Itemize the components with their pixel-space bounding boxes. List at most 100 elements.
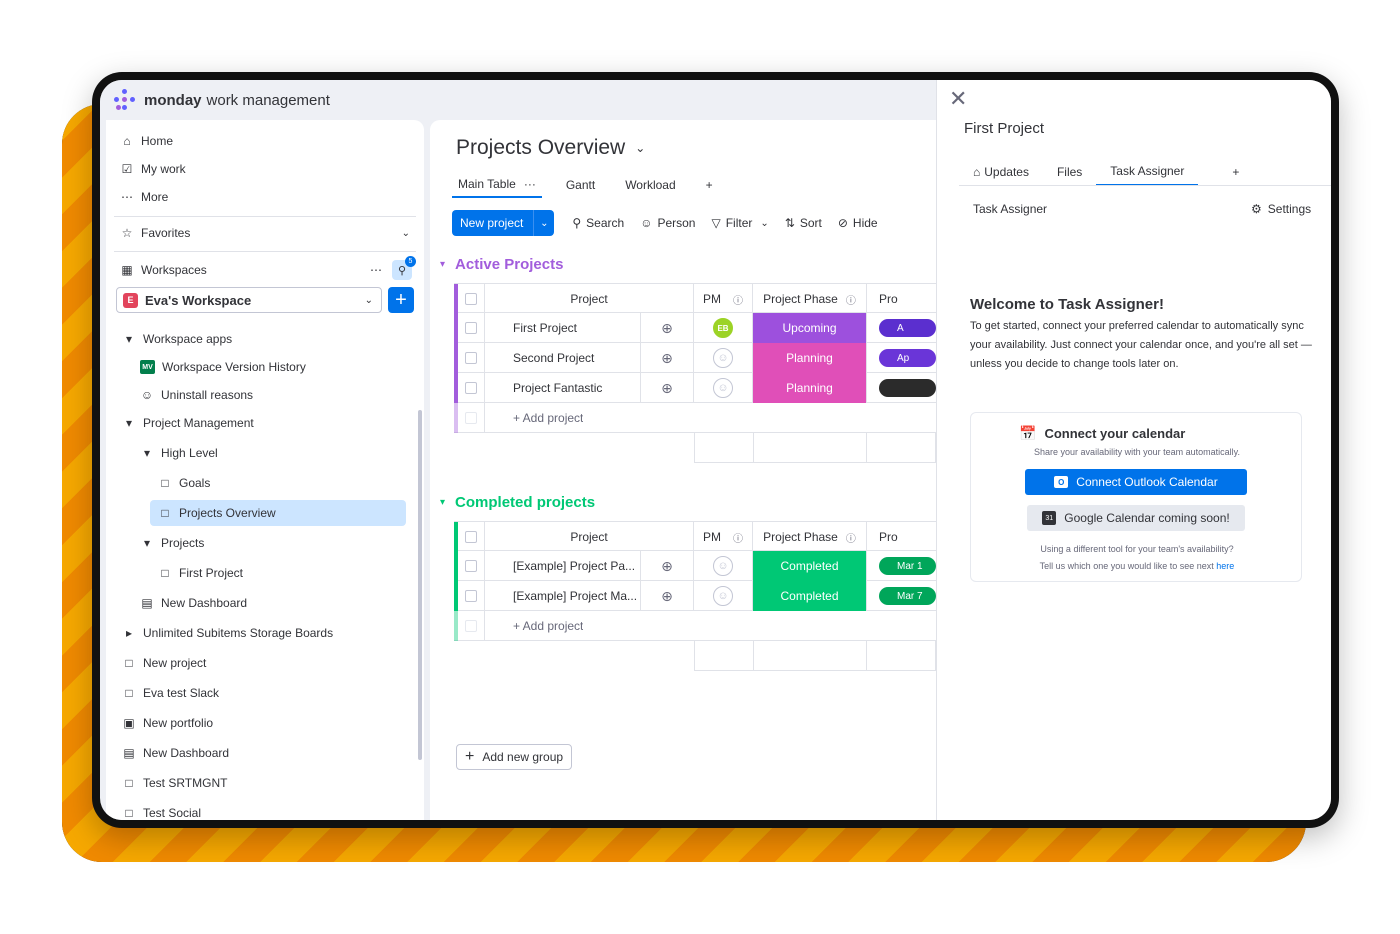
table-row[interactable]: Second Project ⊕ ☺ Planning Ap	[454, 343, 936, 373]
select-all-checkbox[interactable]	[465, 531, 477, 543]
row-checkbox[interactable]	[465, 322, 477, 334]
add-project-input[interactable]: + Add project	[485, 611, 583, 641]
row-checkbox[interactable]	[465, 560, 477, 572]
column-header-phase[interactable]: Project Phase ⓘ	[753, 284, 867, 314]
sidebar-tree-item[interactable]: ▾ Project Management	[122, 409, 254, 437]
sidebar-item-more[interactable]: ⋯ More	[120, 183, 168, 211]
sidebar-tree-item[interactable]: MV Workspace Version History	[140, 353, 306, 381]
status-label[interactable]: Planning	[753, 343, 866, 373]
sidebar-tree-item[interactable]: □ Test Social	[122, 799, 201, 820]
column-header-pro[interactable]: Pro	[867, 284, 936, 314]
info-icon[interactable]: ⓘ	[733, 292, 743, 307]
add-workspace-item-button[interactable]: +	[388, 287, 414, 313]
row-checkbox[interactable]	[465, 382, 477, 394]
info-icon[interactable]: ⓘ	[846, 292, 856, 307]
timeline-pill[interactable]: A	[879, 319, 936, 337]
tab-main-table[interactable]: Main Table ···	[452, 172, 542, 198]
sidebar-item-my-work[interactable]: ☑ My work	[120, 155, 186, 183]
tab-gantt[interactable]: Gantt	[560, 172, 601, 198]
chevron-down-icon[interactable]: ▾	[440, 497, 445, 508]
table-row[interactable]: First Project ⊕ EB Upcoming A	[454, 313, 936, 343]
sidebar-tree-item[interactable]: ▣ New portfolio	[122, 709, 213, 737]
sidebar-tree-item[interactable]: ▸ Unlimited Subitems Storage Boards	[122, 619, 333, 647]
chevron-down-icon[interactable]: ⌄	[534, 218, 554, 229]
sidebar-tree-item[interactable]: ▾ High Level	[140, 439, 218, 467]
table-row[interactable]: [Example] Project Pa... ⊕ ☺ Completed Mar 1	[454, 551, 936, 581]
select-all-checkbox[interactable]	[465, 293, 477, 305]
sidebar-item-workspaces[interactable]: ▦ Workspaces ⋯ ⚲ 5	[120, 256, 416, 284]
add-update-icon[interactable]: ⊕	[661, 320, 673, 337]
sort-button[interactable]: ⇅ Sort	[785, 216, 822, 230]
add-item-row[interactable]: + Add project	[454, 403, 936, 433]
caret-down-icon[interactable]: ▾	[122, 416, 136, 430]
status-label[interactable]: Completed	[753, 551, 866, 581]
more-dots-icon[interactable]: ⋯	[370, 263, 382, 277]
caret-down-icon[interactable]: ▾	[122, 332, 136, 346]
add-item-row[interactable]: + Add project	[454, 611, 936, 641]
sidebar-tree-item[interactable]: ▤ New Dashboard	[140, 589, 247, 617]
google-calendar-button[interactable]: 31 Google Calendar coming soon!	[1027, 505, 1245, 531]
item-name[interactable]: [Example] Project Ma...	[485, 581, 641, 611]
column-header-pro[interactable]: Pro	[867, 522, 936, 552]
item-name[interactable]: Project Fantastic	[485, 373, 641, 403]
caret-down-icon[interactable]: ▾	[140, 536, 154, 550]
chevron-down-icon[interactable]: ▾	[440, 259, 445, 270]
group-header[interactable]: ▾ Active Projects	[440, 256, 563, 273]
timeline-pill[interactable]	[879, 379, 936, 397]
sidebar-tree-item[interactable]: □ Test SRTMGNT	[122, 769, 227, 797]
sidebar-tree-item[interactable]: ▤ New Dashboard	[122, 739, 229, 767]
filter-button[interactable]: ▽ Filter ⌄	[711, 216, 768, 230]
add-view-button[interactable]: +	[700, 172, 719, 198]
column-header-project[interactable]: Project	[485, 284, 694, 314]
row-checkbox[interactable]	[465, 352, 477, 364]
column-header-phase[interactable]: Project Phase ⓘ	[753, 522, 867, 552]
sidebar-scrollbar[interactable]	[418, 410, 422, 760]
add-update-icon[interactable]: ⊕	[661, 350, 673, 367]
empty-person-icon[interactable]: ☺	[713, 378, 733, 398]
sidebar-tree-item[interactable]: ▾ Workspace apps	[122, 325, 232, 353]
status-label[interactable]: Upcoming	[753, 313, 866, 343]
item-name[interactable]: Second Project	[485, 343, 641, 373]
item-name[interactable]: [Example] Project Pa...	[485, 551, 641, 581]
feedback-link[interactable]: here	[1216, 561, 1234, 571]
add-new-group-button[interactable]: + Add new group	[456, 744, 573, 770]
close-icon[interactable]: ✕	[949, 86, 967, 112]
add-update-icon[interactable]: ⊕	[661, 558, 673, 575]
add-project-input[interactable]: + Add project	[485, 403, 583, 433]
status-label[interactable]: Planning	[753, 373, 866, 403]
sidebar-tree-item[interactable]: □ New project	[122, 649, 206, 677]
sidebar-tree-item[interactable]: □ Goals	[158, 469, 210, 497]
more-dots-icon[interactable]: ···	[524, 177, 536, 191]
sidebar-item-favorites[interactable]: ☆ Favorites ⌄	[120, 219, 410, 247]
search-button[interactable]: ⚲ Search	[572, 216, 624, 230]
avatar[interactable]: EB	[713, 318, 733, 338]
status-label[interactable]: Completed	[753, 581, 866, 611]
empty-person-icon[interactable]: ☺	[713, 586, 733, 606]
caret-down-icon[interactable]: ▾	[140, 446, 154, 460]
sidebar-tree-item[interactable]: □ First Project	[158, 559, 243, 587]
hide-button[interactable]: ⊘ Hide	[838, 216, 878, 230]
add-update-icon[interactable]: ⊕	[661, 588, 673, 605]
add-update-icon[interactable]: ⊕	[661, 380, 673, 397]
empty-person-icon[interactable]: ☺	[713, 348, 733, 368]
workspace-selector[interactable]: E Eva's Workspace ⌄	[116, 287, 382, 313]
sidebar-tree-item[interactable]: ☺ Uninstall reasons	[140, 381, 253, 409]
column-header-pm[interactable]: PM ⓘ	[694, 284, 753, 314]
tab-files[interactable]: Files	[1043, 158, 1096, 186]
timeline-pill[interactable]: Mar 7	[879, 587, 936, 605]
item-name[interactable]: First Project	[485, 313, 641, 343]
board-title[interactable]: Projects Overview ⌄	[456, 136, 645, 160]
sidebar-tree-item[interactable]: □ Projects Overview	[158, 499, 275, 527]
table-row[interactable]: Project Fantastic ⊕ ☺ Planning	[454, 373, 936, 403]
sidebar-item-home[interactable]: ⌂ Home	[120, 127, 173, 155]
caret-right-icon[interactable]: ▸	[122, 626, 136, 640]
connect-outlook-button[interactable]: O Connect Outlook Calendar	[1025, 469, 1247, 495]
info-icon[interactable]: ⓘ	[846, 530, 856, 545]
tab-task-assigner[interactable]: Task Assigner	[1096, 158, 1199, 186]
column-header-project[interactable]: Project	[485, 522, 694, 552]
row-checkbox[interactable]	[465, 590, 477, 602]
empty-person-icon[interactable]: ☺	[713, 556, 733, 576]
add-tab-button[interactable]: +	[1218, 158, 1253, 186]
table-row[interactable]: [Example] Project Ma... ⊕ ☺ Completed Mar 7	[454, 581, 936, 611]
timeline-pill[interactable]: Mar 1	[879, 557, 936, 575]
